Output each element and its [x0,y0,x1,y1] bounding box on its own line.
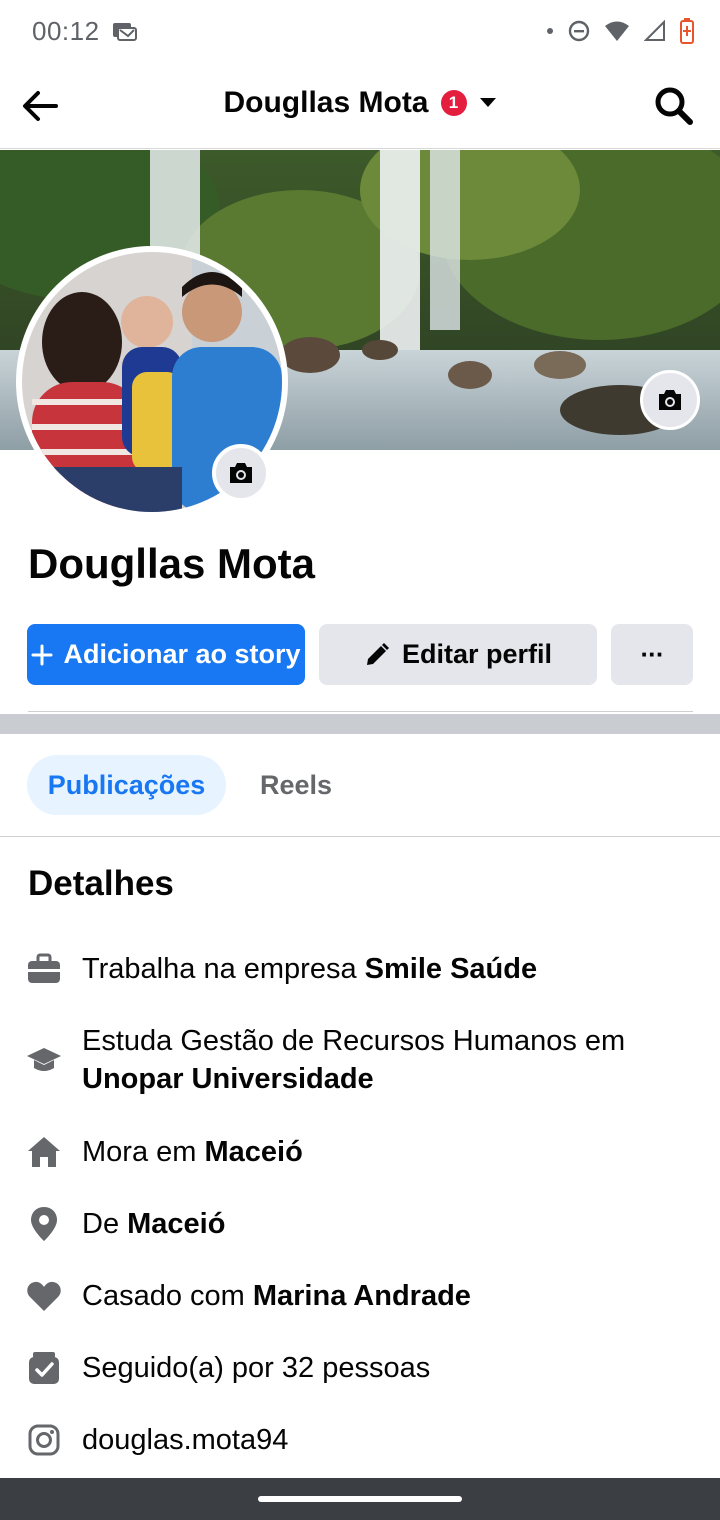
dot-icon [547,28,553,34]
edit-profile-button[interactable]: Editar perfil [319,624,597,685]
pencil-icon [366,642,389,665]
status-icons [546,18,694,44]
top-header: Dougllas Mota 1 [0,64,720,149]
tab-reels[interactable]: Reels [240,755,352,815]
wifi-icon [605,21,629,41]
detail-prefix: Estuda Gestão de Recursos Humanos em [82,1025,626,1057]
more-icon: ··· [640,639,665,669]
home-indicator[interactable] [258,1496,462,1502]
status-bar: 00:12 [0,0,720,64]
notification-icon [112,20,138,47]
location-pin-icon [26,1206,62,1242]
instagram-icon [26,1422,62,1458]
profile-name: Dougllas Mota [28,540,316,587]
tab-publicacoes[interactable]: Publicações [27,755,226,815]
camera-icon [230,463,252,483]
add-story-label: Adicionar ao story [63,639,301,669]
detail-bold: Maceió [127,1208,226,1240]
more-options-button[interactable]: ··· [611,624,693,685]
detail-prefix: douglas.mota94 [82,1424,289,1456]
section-separator [0,714,720,734]
briefcase-icon [26,951,62,987]
details-title: Detalhes [28,864,174,903]
home-icon [26,1134,62,1170]
heart-icon [26,1278,62,1314]
edit-profile-label: Editar perfil [401,639,553,669]
header-title-area[interactable]: Dougllas Mota 1 [0,86,720,120]
camera-icon [659,390,681,410]
caret-down-icon [479,98,496,107]
detail-bold: Maceió [204,1136,303,1168]
graduation-cap-icon [26,1042,62,1078]
header-title: Dougllas Mota [223,86,429,119]
status-time: 00:12 [32,16,100,46]
signal-icon [644,20,665,41]
notification-badge: 1 [440,90,467,116]
detail-prefix: Casado com [82,1280,253,1312]
tabs-divider [0,836,720,837]
battery-icon [680,18,694,44]
plus-icon [31,644,53,665]
detail-prefix: De [82,1208,128,1240]
detail-prefix: Seguido(a) por 32 pessoas [82,1352,431,1384]
followers-icon [26,1350,62,1386]
detail-bold: Marina Andrade [252,1280,471,1312]
detail-prefix: Trabalha na empresa [82,953,365,985]
detail-prefix: Mora em [82,1136,205,1168]
detail-bold: Unopar Universidade [82,1063,374,1095]
search-icon[interactable] [654,86,694,126]
divider [28,711,693,712]
detail-bold: Smile Saúde [364,953,538,985]
add-to-story-button[interactable]: Adicionar ao story [27,624,305,685]
cover-camera-button[interactable] [640,370,700,430]
do-not-disturb-icon [568,20,590,42]
profile-camera-button[interactable] [212,444,270,502]
